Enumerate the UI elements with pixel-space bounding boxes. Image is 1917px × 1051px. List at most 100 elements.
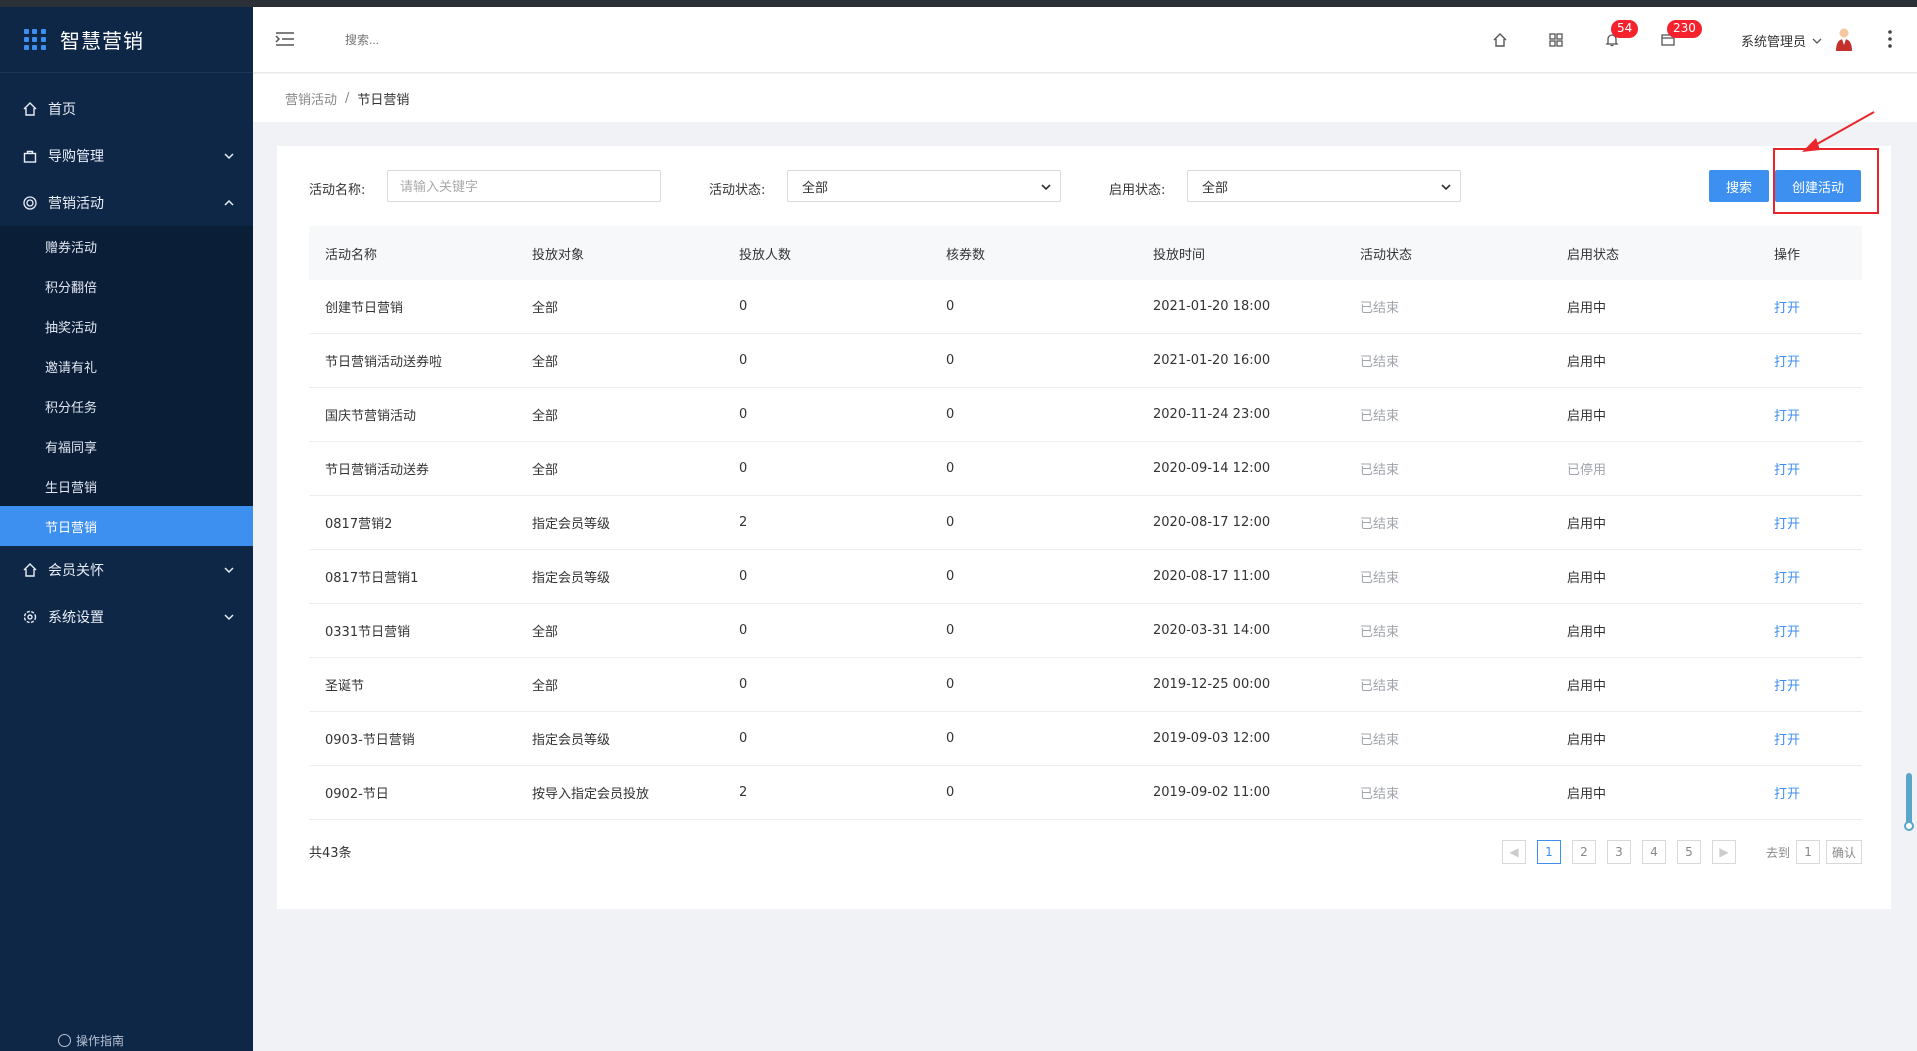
sidebar-subitem-active[interactable]: 节日营销 bbox=[0, 506, 253, 546]
marketing-submenu: 赠券活动 积分翻倍 抽奖活动 邀请有礼 积分任务 有福同享 生日营销 节日营销 bbox=[0, 226, 253, 546]
guide-icon bbox=[58, 1033, 71, 1047]
page-button[interactable]: 4 bbox=[1642, 840, 1666, 864]
sidebar-item-marketing[interactable]: 营销活动 bbox=[0, 179, 253, 226]
table-cell: 0 bbox=[946, 299, 955, 314]
sidebar-subitem[interactable]: 赠券活动 bbox=[0, 226, 253, 266]
sidebar-item-label: 会员关怀 bbox=[48, 562, 104, 579]
message-icon[interactable]: 230 bbox=[1657, 20, 1702, 51]
column-header: 活动状态 bbox=[1360, 247, 1413, 263]
page-button[interactable]: 5 bbox=[1677, 840, 1701, 864]
notification-badge: 54 bbox=[1611, 20, 1639, 38]
annotation-arrow-icon bbox=[1802, 111, 1875, 152]
sidebar-item-label: 首页 bbox=[48, 101, 76, 118]
table-cell: 已结束 bbox=[1360, 463, 1400, 478]
avatar[interactable] bbox=[1833, 26, 1855, 52]
page-button[interactable]: 3 bbox=[1607, 840, 1631, 864]
activity-name-input[interactable] bbox=[387, 170, 661, 202]
bag-icon bbox=[22, 148, 38, 164]
open-link[interactable]: 打开 bbox=[1758, 513, 1862, 532]
goto-page-input[interactable]: 1 bbox=[1796, 840, 1821, 864]
gear-icon bbox=[22, 609, 38, 625]
table-row: 0331节日营销 全部 0 0 2020-03-31 14:00 已结束 启用中 打开 bbox=[309, 604, 1862, 658]
table-cell: 2 bbox=[739, 515, 748, 530]
global-search-input[interactable] bbox=[345, 29, 545, 51]
main-panel: 活动名称: 活动状态: 全部 启用状态: 全部 搜索 创建活动 活动名称 投放对… bbox=[277, 146, 1891, 909]
open-link[interactable]: 打开 bbox=[1758, 297, 1862, 316]
table-cell: 0 bbox=[739, 299, 748, 314]
search-button[interactable]: 搜索 bbox=[1709, 170, 1769, 202]
table-cell: 0 bbox=[946, 461, 955, 476]
table-cell: 全部 bbox=[532, 679, 559, 694]
open-link[interactable]: 打开 bbox=[1758, 459, 1862, 478]
menu-collapse-icon[interactable] bbox=[275, 31, 295, 47]
table-cell: 2019-09-03 12:00 bbox=[1153, 731, 1271, 746]
table-cell: 已结束 bbox=[1360, 301, 1400, 316]
table-row: 0903-节日营销 指定会员等级 0 0 2019-09-03 12:00 已结束 启用中 打… bbox=[309, 712, 1862, 766]
sidebar-item-settings[interactable]: 系统设置 bbox=[0, 593, 253, 640]
chevron-down-icon bbox=[224, 566, 234, 573]
activity-table: 活动名称 投放对象 投放人数 核券数 投放时间 活动状态 启用状态 操作 创建节… bbox=[309, 226, 1862, 820]
sidebar-subitem[interactable]: 抽奖活动 bbox=[0, 306, 253, 346]
table-cell: 启用中 bbox=[1567, 679, 1607, 694]
sidebar-subitem[interactable]: 有福同享 bbox=[0, 426, 253, 466]
table-cell: 全部 bbox=[532, 409, 559, 424]
enable-status-select[interactable]: 全部 bbox=[1187, 170, 1461, 202]
goto-confirm-button[interactable]: 确认 bbox=[1826, 840, 1863, 864]
pagination: ◀ 1 2 3 4 5 ▶ 去到 1 确认 bbox=[1491, 840, 1863, 864]
bell-icon[interactable]: 54 bbox=[1601, 20, 1639, 51]
open-link[interactable]: 打开 bbox=[1758, 783, 1862, 802]
table-cell: 全部 bbox=[532, 355, 559, 370]
operation-guide-link[interactable]: 操作指南 bbox=[58, 1029, 124, 1051]
page-button-active[interactable]: 1 bbox=[1537, 840, 1561, 864]
sidebar-subitem[interactable]: 积分翻倍 bbox=[0, 266, 253, 306]
table-cell: 全部 bbox=[532, 463, 559, 478]
apps-grid-icon[interactable] bbox=[1545, 29, 1567, 51]
table-cell: 启用中 bbox=[1567, 355, 1607, 370]
name-filter-label: 活动名称: bbox=[309, 183, 366, 198]
app-logo[interactable]: 智慧营销 bbox=[0, 7, 253, 73]
prev-page-button[interactable]: ◀ bbox=[1502, 840, 1526, 864]
column-header: 投放时间 bbox=[1153, 247, 1206, 263]
column-header: 启用状态 bbox=[1567, 247, 1620, 263]
table-cell: 2021-01-20 18:00 bbox=[1153, 299, 1271, 314]
sidebar-subitem[interactable]: 邀请有礼 bbox=[0, 346, 253, 386]
scroll-handle[interactable] bbox=[1904, 821, 1914, 831]
open-link[interactable]: 打开 bbox=[1758, 567, 1862, 586]
home-icon[interactable] bbox=[1489, 29, 1511, 51]
sidebar-item-label: 系统设置 bbox=[48, 609, 104, 626]
breadcrumb-parent[interactable]: 营销活动 bbox=[285, 89, 337, 108]
table-cell: 启用中 bbox=[1567, 625, 1607, 640]
enable-status-value: 全部 bbox=[1202, 180, 1229, 196]
sidebar-item-member-care[interactable]: 会员关怀 bbox=[0, 546, 253, 593]
column-header: 投放人数 bbox=[739, 247, 792, 263]
user-menu[interactable]: 系统管理员 bbox=[1741, 31, 1822, 50]
table-cell: 全部 bbox=[532, 625, 559, 640]
open-link[interactable]: 打开 bbox=[1758, 405, 1862, 424]
table-row: 节日营销活动送券啦 全部 0 0 2021-01-20 16:00 已结束 启用中 打开 bbox=[309, 334, 1862, 388]
column-header: 活动名称 bbox=[325, 247, 378, 263]
table-cell: 0 bbox=[739, 677, 748, 692]
table-cell: 2 bbox=[739, 785, 748, 800]
table-cell: 启用中 bbox=[1567, 301, 1607, 316]
table-cell: 创建节日营销 bbox=[325, 301, 404, 316]
next-page-button[interactable]: ▶ bbox=[1712, 840, 1736, 864]
open-link[interactable]: 打开 bbox=[1758, 621, 1862, 640]
more-vertical-icon[interactable] bbox=[1887, 29, 1893, 49]
total-count: 共43条 bbox=[309, 846, 352, 861]
table-cell: 0 bbox=[739, 623, 748, 638]
table-cell: 节日营销活动送券 bbox=[325, 463, 430, 478]
open-link[interactable]: 打开 bbox=[1758, 729, 1862, 748]
table-cell: 启用中 bbox=[1567, 787, 1607, 802]
sidebar-subitem[interactable]: 生日营销 bbox=[0, 466, 253, 506]
activity-status-select[interactable]: 全部 bbox=[787, 170, 1061, 202]
page-button[interactable]: 2 bbox=[1572, 840, 1596, 864]
table-cell: 2020-11-24 23:00 bbox=[1153, 407, 1271, 422]
sidebar-subitem[interactable]: 积分任务 bbox=[0, 386, 253, 426]
table-cell: 国庆节营销活动 bbox=[325, 409, 417, 424]
sidebar-item-guide-mgmt[interactable]: 导购管理 bbox=[0, 132, 253, 179]
sidebar-item-home[interactable]: 首页 bbox=[0, 85, 253, 132]
open-link[interactable]: 打开 bbox=[1758, 351, 1862, 370]
open-link[interactable]: 打开 bbox=[1758, 675, 1862, 694]
table-header: 活动名称 投放对象 投放人数 核券数 投放时间 活动状态 启用状态 操作 bbox=[309, 226, 1862, 280]
app-title: 智慧营销 bbox=[60, 29, 144, 53]
